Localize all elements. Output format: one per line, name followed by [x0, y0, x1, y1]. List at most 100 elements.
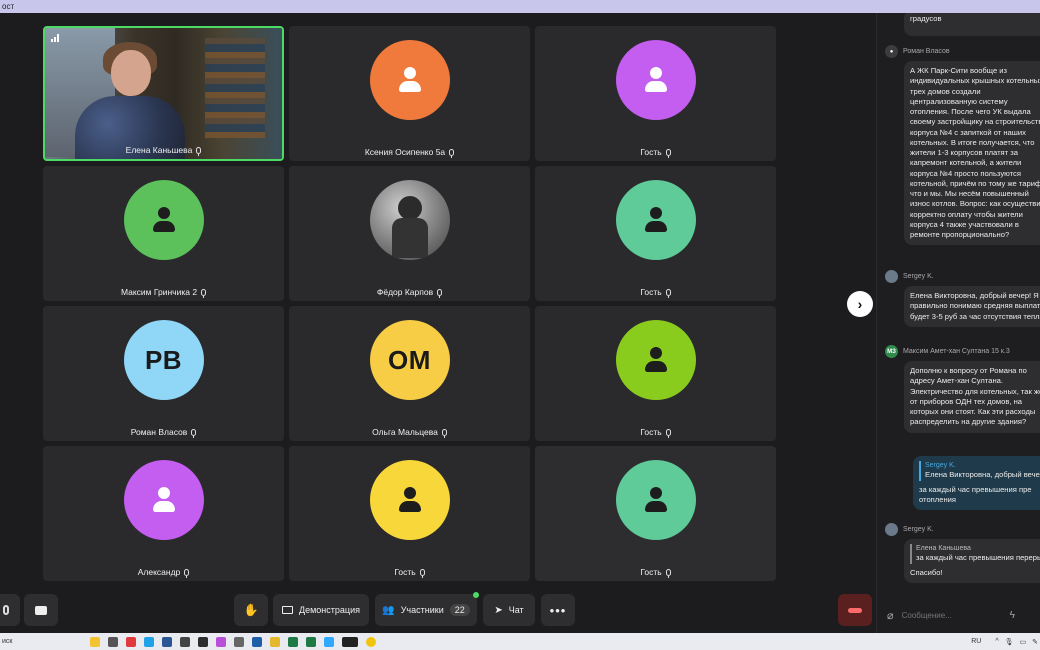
photoshop-icon[interactable] — [324, 636, 334, 647]
user-avatar-icon — [885, 523, 898, 536]
message-author: Sergey K. — [903, 526, 934, 533]
message-bubble: Елена Каньшева за каждый час превышения … — [904, 539, 1040, 583]
network-icon[interactable]: ▭ — [1020, 638, 1027, 646]
participant-name-bar: Гость — [535, 147, 776, 158]
pen-icon[interactable]: ✎ — [1032, 638, 1038, 646]
video-tile[interactable]: Александр — [43, 446, 284, 581]
camera-button[interactable] — [24, 594, 58, 626]
app-icon[interactable] — [180, 636, 190, 647]
avatar — [123, 460, 204, 540]
chat-message: градусов 20 — [885, 13, 1040, 36]
mic-icon — [665, 428, 671, 438]
mic-icon — [665, 148, 671, 158]
hand-icon: ✋ — [243, 603, 259, 617]
mic-icon — [441, 428, 447, 438]
word-icon[interactable] — [162, 636, 172, 647]
paperclip-icon[interactable]: ⌀ — [887, 609, 894, 622]
video-tile[interactable]: Гость — [535, 26, 776, 161]
participants-count-badge: 22 — [449, 604, 470, 616]
message-text: за каждый час превышения пре отопления — [919, 484, 1032, 504]
user-avatar-icon: ● — [885, 45, 898, 58]
person-icon — [641, 205, 671, 235]
camera-icon — [35, 605, 47, 615]
telemost-icon[interactable] — [342, 636, 358, 647]
more-button[interactable]: ••• — [541, 594, 575, 626]
task-view-icon[interactable] — [108, 636, 118, 647]
avatar — [615, 180, 696, 260]
person-icon — [641, 345, 671, 375]
message-header: МЗ Максим Амет-хан Султана 15 к.3 — [885, 345, 1040, 358]
participant-name: Гость — [640, 147, 662, 157]
bridge-icon[interactable] — [198, 636, 208, 647]
lightning-icon[interactable]: ϟ — [1010, 610, 1015, 621]
mic-icon — [437, 288, 443, 298]
participant-name: Фёдор Карпов — [376, 287, 434, 297]
video-tile[interactable]: PB Роман Власов — [43, 306, 284, 441]
video-tile[interactable]: Гость — [535, 446, 776, 581]
mic-tray-icon[interactable]: 🎙 — [1005, 638, 1014, 646]
message-text: Спасибо! — [910, 567, 943, 577]
excel-icon[interactable] — [288, 636, 298, 647]
folder-icon[interactable] — [270, 636, 280, 647]
microphone-button[interactable] — [0, 594, 20, 626]
microphone-icon — [3, 605, 9, 615]
raise-hand-button[interactable]: ✋ — [234, 594, 268, 626]
status-dot — [473, 592, 479, 598]
avatar — [369, 460, 450, 540]
message-header: ● Роман Власов — [885, 45, 1040, 58]
language-indicator[interactable]: RU — [971, 638, 981, 645]
next-page-button[interactable]: › — [847, 291, 873, 317]
message-bubble: Дополню к вопросу от Романа по адресу Ам… — [904, 361, 1040, 433]
tray-chevron-icon[interactable]: ^ — [995, 638, 998, 645]
avatar-initials: PB — [144, 344, 183, 375]
edge-icon[interactable] — [144, 636, 154, 647]
video-tile[interactable]: Гость — [289, 446, 530, 581]
video-tile[interactable]: OM Ольга Мальцева — [289, 306, 530, 441]
participant-name: Ксения Осипенко 5а — [364, 147, 446, 157]
quote-text: за каждый час превышения перерыв — [916, 553, 1040, 563]
message-input[interactable] — [901, 610, 1002, 620]
avatar — [369, 40, 450, 120]
window-title-bar: ост — [0, 0, 1040, 13]
app-icon[interactable] — [234, 636, 244, 647]
hang-up-button[interactable] — [838, 594, 872, 626]
person-icon — [395, 485, 425, 515]
participant-name-bar: Ольга Мальцева — [289, 427, 530, 438]
avatar: OM — [369, 320, 450, 400]
participant-name: Александр — [137, 567, 181, 577]
participants-label: Участники — [400, 605, 444, 615]
search-box[interactable]: иск — [0, 638, 80, 645]
participant-name-bar: Гость — [535, 427, 776, 438]
app-icon[interactable] — [216, 636, 226, 647]
chat-label: Чат — [508, 605, 524, 615]
video-tile[interactable]: Фёдор Карпов — [289, 166, 530, 301]
app-icon[interactable] — [252, 636, 262, 647]
sparkle-icon[interactable] — [90, 636, 100, 647]
video-tile-self[interactable]: Елена Каньшева — [43, 26, 284, 161]
avatar-photo — [369, 180, 450, 260]
chat-message: Sergey K. Елена Викторовна, добрый вечер… — [885, 270, 1040, 327]
camera-feed — [45, 28, 282, 159]
participant-name: Максим Гринчика 2 — [120, 287, 198, 297]
message-author: Роман Власов — [903, 48, 950, 55]
person-icon — [149, 485, 179, 515]
yandex-browser-icon[interactable] — [366, 636, 376, 647]
video-tile[interactable]: Ксения Осипенко 5а — [289, 26, 530, 161]
window-title: ост — [2, 2, 15, 11]
video-tile[interactable]: Гость — [535, 306, 776, 441]
message-author: Sergey K. — [903, 273, 934, 280]
browser-icon[interactable] — [126, 636, 136, 647]
participant-name-bar: Фёдор Карпов — [289, 287, 530, 298]
mic-icon — [196, 146, 202, 156]
excel-icon[interactable] — [306, 636, 316, 647]
avatar — [615, 40, 696, 120]
message-header: Sergey K. — [885, 523, 1040, 536]
video-tile[interactable]: Гость — [535, 166, 776, 301]
quote-author: Елена Каньшева — [916, 545, 971, 552]
video-tile[interactable]: Максим Гринчика 2 — [43, 166, 284, 301]
chat-button[interactable]: ➤ Чат — [483, 594, 535, 626]
message-bubble: Sergey K. Елена Викторовна, добрый вечер… — [913, 456, 1040, 511]
participant-name-bar: Максим Гринчика 2 — [43, 287, 284, 298]
participants-button[interactable]: 👥 Участники 22 — [375, 592, 479, 626]
screen-share-button[interactable]: Демонстрация — [273, 594, 369, 626]
